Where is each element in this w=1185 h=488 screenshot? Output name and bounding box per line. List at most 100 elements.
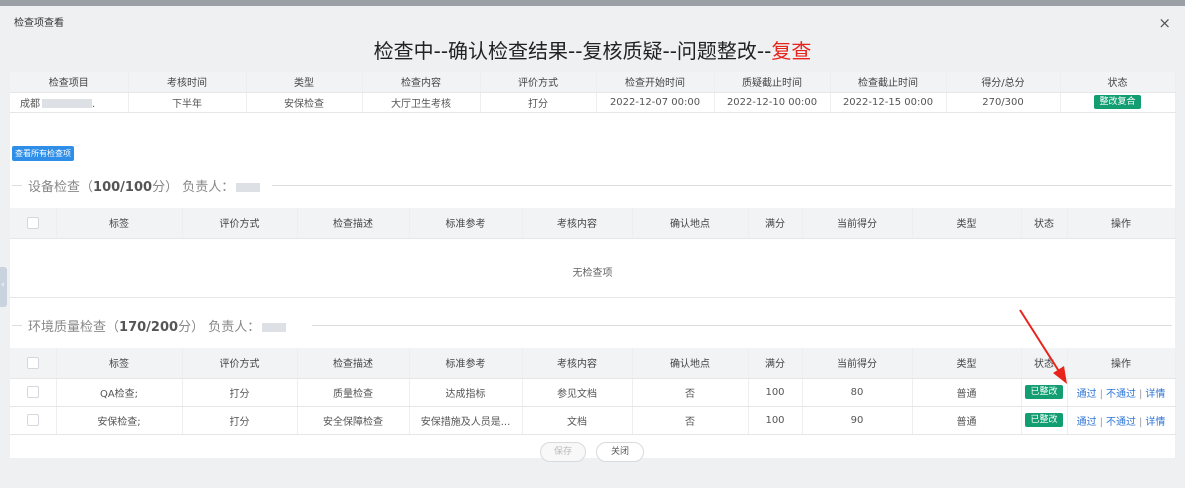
owner-label: 负责人： [182, 180, 235, 195]
divider [272, 185, 1172, 186]
divider [12, 185, 22, 186]
info-row: 成都. 下半年 安保检查 大厅卫生考核 打分 2022-12-07 00:00 … [10, 92, 1176, 113]
empty-message: 无检查项 [572, 268, 613, 279]
question-deadline-cell: 2022-12-10 00:00 [714, 92, 831, 113]
section-name: 设备检查 [28, 180, 81, 195]
standard-cell: 安保措施及人员是... [409, 406, 523, 435]
col-header: 状态 [1021, 348, 1068, 379]
select-all-checkbox[interactable] [26, 356, 39, 369]
paren-open: （ [80, 180, 94, 195]
col-header: 满分 [748, 348, 803, 379]
view-all-items-button[interactable]: 查看所有检查项 [12, 146, 74, 161]
col-header: 标签 [56, 348, 183, 379]
col-header: 满分 [748, 208, 803, 239]
col-header: 确认地点 [632, 208, 749, 239]
start-time-cell: 2022-12-07 00:00 [596, 92, 715, 113]
tag-cell: QA检查; [56, 378, 183, 407]
separator: | [1139, 416, 1143, 428]
inspection-info-table: 检查项目 考核时间 类型 检查内容 评价方式 检查开始时间 质疑截止时间 检查截… [10, 72, 1176, 113]
full-score-cell: 100 [748, 406, 803, 435]
col-header: 当前得分 [802, 348, 913, 379]
detail-link[interactable]: 详情 [1145, 389, 1165, 400]
status-badge: 已整改 [1025, 385, 1063, 399]
table-header-row: 标签 评价方式 检查描述 标准参考 考核内容 确认地点 满分 当前得分 类型 状… [10, 208, 1176, 239]
full-score-cell: 100 [748, 378, 803, 407]
col-header: 检查截止时间 [830, 72, 947, 93]
close-icon[interactable]: × [1158, 16, 1171, 31]
content-panel: 检查项目 考核时间 类型 检查内容 评价方式 检查开始时间 质疑截止时间 检查截… [10, 72, 1176, 462]
col-header: 考核时间 [128, 72, 247, 93]
standard-cell: 达成指标 [409, 378, 523, 407]
col-header: 考核内容 [522, 208, 633, 239]
actions-cell: 通过 | 不通过 | 详情 [1067, 378, 1176, 407]
side-expand-tab[interactable]: ‹ [0, 267, 7, 307]
col-header: 标签 [56, 208, 183, 239]
content-cell: 文档 [522, 406, 633, 435]
method-cell: 打分 [480, 92, 597, 113]
col-header: 考核内容 [522, 348, 633, 379]
divider [312, 325, 1172, 326]
col-header: 标准参考 [409, 208, 523, 239]
owner-label: 负责人： [208, 320, 261, 335]
status-badge: 整改复合 [1094, 95, 1141, 109]
col-header: 状态 [1021, 208, 1068, 239]
status-cell: 整改复合 [1060, 92, 1176, 113]
headline-steps: 检查中--确认检查结果--复核质疑--问题整改-- [373, 39, 772, 63]
section-heading: 环境质量检查（170/200分） 负责人： [28, 316, 287, 335]
col-header: 检查项目 [10, 72, 129, 93]
fail-link[interactable]: 不通过 [1106, 389, 1136, 400]
check-deadline-cell: 2022-12-15 00:00 [830, 92, 947, 113]
section-score: 100/100 [93, 180, 153, 195]
project-name: 成都 [20, 98, 40, 110]
type-cell: 普通 [912, 406, 1022, 435]
separator: | [1099, 388, 1103, 400]
section-equipment-title: 设备检查（100/100分） 负责人： [12, 176, 1172, 195]
row-checkbox[interactable] [26, 386, 39, 398]
col-header: 检查描述 [297, 348, 410, 379]
type-cell: 普通 [912, 378, 1022, 407]
col-header: 检查描述 [297, 208, 410, 239]
current-score-cell: 80 [802, 378, 913, 407]
current-score-cell: 90 [802, 406, 913, 435]
pass-link[interactable]: 通过 [1077, 389, 1097, 400]
col-header: 检查开始时间 [596, 72, 715, 93]
tag-cell: 安保检查; [56, 406, 183, 435]
detail-link[interactable]: 详情 [1145, 417, 1165, 428]
col-header: 类型 [912, 348, 1022, 379]
close-button[interactable]: 关闭 [596, 442, 644, 462]
col-header: 质疑截止时间 [714, 72, 831, 93]
status-cell: 已整改 [1021, 406, 1068, 435]
score-cell: 270/300 [946, 92, 1061, 113]
row-select-cell [10, 378, 57, 407]
table-row: QA检查; 打分 质量检查 达成指标 参见文档 否 100 80 普通 已整改 … [10, 378, 1176, 407]
col-header: 状态 [1060, 72, 1176, 93]
environment-items-table: 标签 评价方式 检查描述 标准参考 考核内容 确认地点 满分 当前得分 类型 状… [10, 348, 1176, 435]
actions-cell: 通过 | 不通过 | 详情 [1067, 406, 1176, 435]
col-header: 操作 [1067, 348, 1176, 379]
col-header: 检查内容 [362, 72, 481, 93]
select-all-cell [10, 208, 57, 239]
row-checkbox[interactable] [26, 414, 39, 426]
col-header: 确认地点 [632, 348, 749, 379]
save-button[interactable]: 保存 [540, 442, 586, 462]
content-cell: 大厅卫生考核 [362, 92, 481, 113]
section-heading: 设备检查（100/100分） 负责人： [28, 176, 261, 195]
pass-link[interactable]: 通过 [1077, 417, 1097, 428]
fail-link[interactable]: 不通过 [1106, 417, 1136, 428]
score-unit: 分） [178, 320, 205, 335]
status-cell: 已整改 [1021, 378, 1068, 407]
info-header-row: 检查项目 考核时间 类型 检查内容 评价方式 检查开始时间 质疑截止时间 检查截… [10, 72, 1176, 93]
desc-cell: 安全保障检查 [297, 406, 410, 435]
chevron-left-icon: ‹ [1, 280, 5, 290]
col-header: 类型 [246, 72, 363, 93]
equipment-items-table: 标签 评价方式 检查描述 标准参考 考核内容 确认地点 满分 当前得分 类型 状… [10, 208, 1176, 239]
col-header: 当前得分 [802, 208, 913, 239]
select-all-checkbox[interactable] [26, 216, 39, 229]
row-select-cell [10, 406, 57, 435]
type-cell: 安保检查 [246, 92, 363, 113]
method-cell: 打分 [182, 378, 298, 407]
col-header: 操作 [1067, 208, 1176, 239]
col-header: 评价方式 [480, 72, 597, 93]
col-header: 得分/总分 [946, 72, 1061, 93]
col-header: 标准参考 [409, 348, 523, 379]
